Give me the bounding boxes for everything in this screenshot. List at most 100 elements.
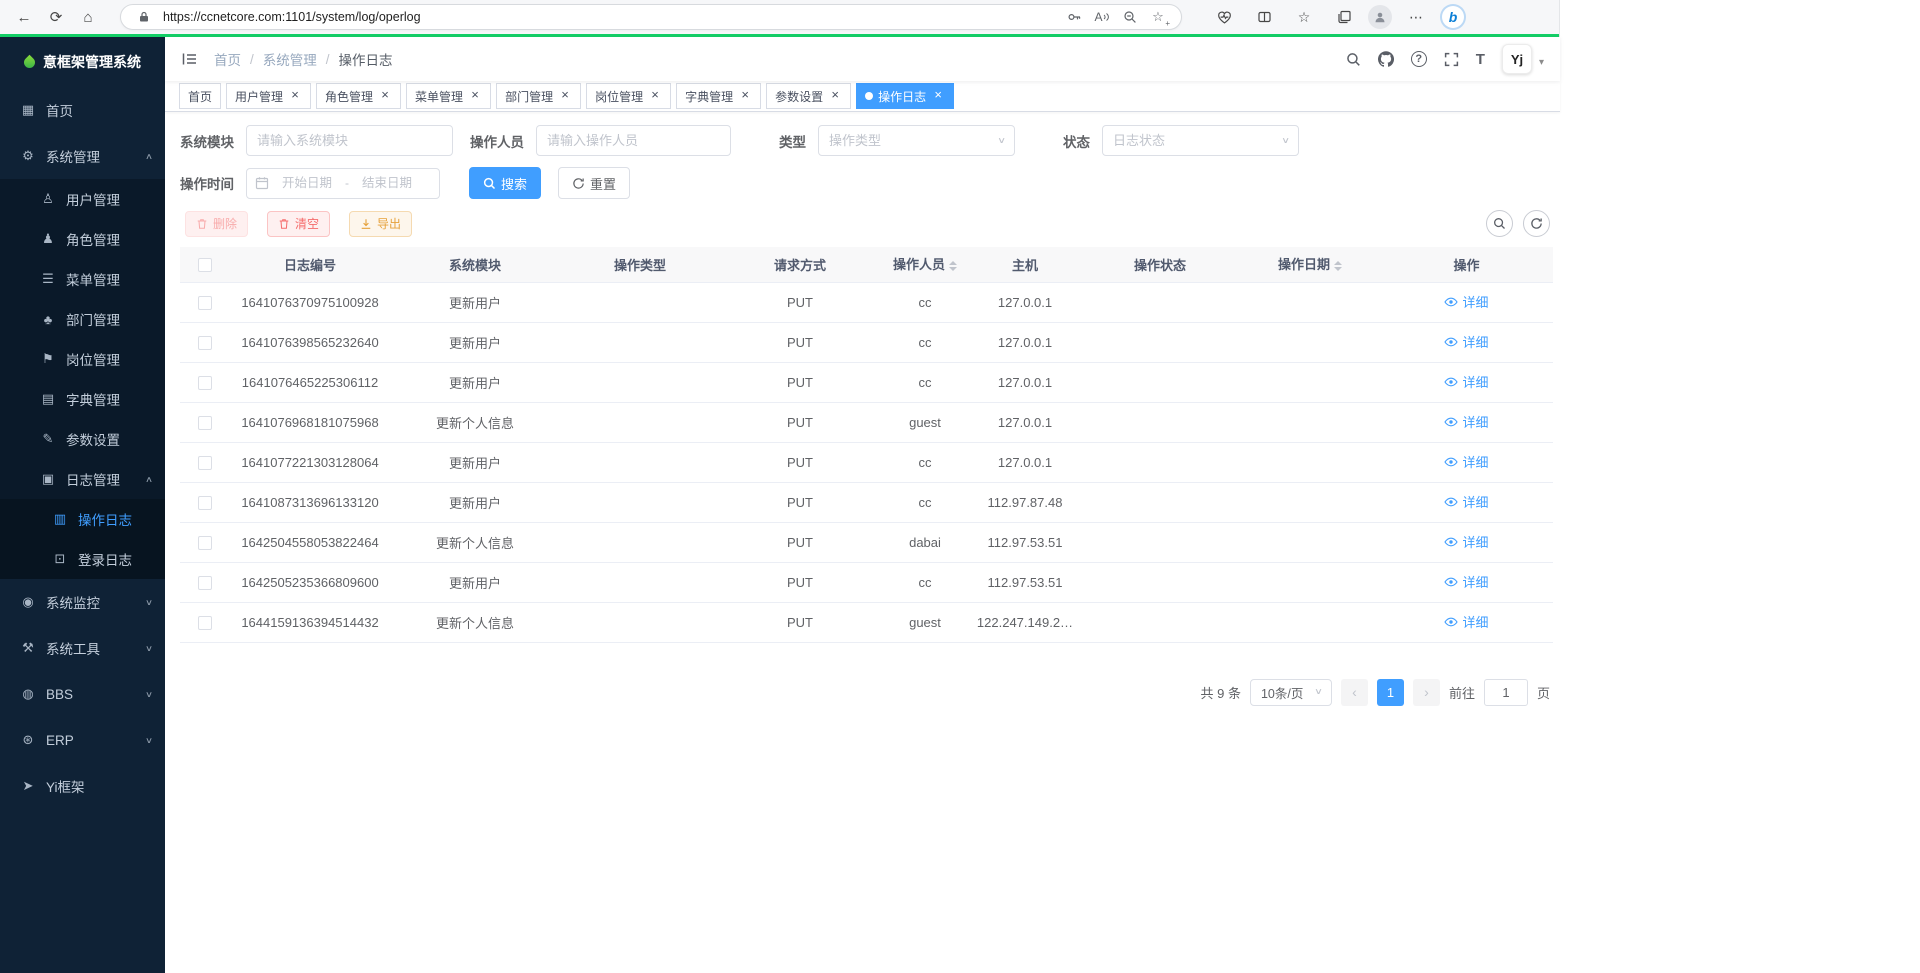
favorites-icon[interactable]: ☆ [1288, 3, 1320, 31]
detail-link[interactable]: 详细 [1444, 612, 1488, 631]
detail-link[interactable]: 详细 [1444, 492, 1488, 511]
tab[interactable]: 用户管理 × [226, 83, 311, 109]
row-checkbox[interactable] [198, 416, 212, 430]
tab[interactable]: 字典管理 × [676, 83, 761, 109]
row-checkbox[interactable] [198, 496, 212, 510]
row-checkbox[interactable] [198, 456, 212, 470]
app-logo[interactable]: 意框架管理系统 [0, 37, 165, 87]
sidebar-toggle-icon[interactable] [181, 51, 198, 67]
menu-item[interactable]: ☰ 菜单管理 [0, 259, 165, 299]
menu-item[interactable]: ⚒ 系统工具 ∨ [0, 625, 165, 671]
tab[interactable]: 部门管理 × [496, 83, 581, 109]
end-date-input[interactable] [353, 176, 421, 190]
tab[interactable]: 角色管理 × [316, 83, 401, 109]
sort-carets-icon[interactable] [1334, 257, 1342, 275]
zoom-out-icon[interactable] [1119, 6, 1141, 28]
close-tab-icon[interactable]: × [648, 89, 662, 103]
back-button[interactable]: ← [8, 3, 40, 31]
bing-copilot-icon[interactable]: b [1442, 6, 1464, 28]
col-date[interactable]: 操作日期 [1240, 247, 1380, 282]
menu-item[interactable]: ◉ 系统监控 ∨ [0, 579, 165, 625]
detail-link[interactable]: 详细 [1444, 452, 1488, 471]
row-checkbox[interactable] [198, 616, 212, 630]
detail-link[interactable]: 详细 [1444, 572, 1488, 591]
split-screen-icon[interactable] [1248, 3, 1280, 31]
breadcrumb-item[interactable]: 系统管理 [263, 49, 317, 69]
reset-button[interactable]: 重置 [558, 167, 630, 199]
user-avatar[interactable]: Yj [1502, 44, 1532, 74]
close-tab-icon[interactable]: × [931, 89, 945, 103]
menu-item[interactable]: ♣ 部门管理 [0, 299, 165, 339]
menu-item[interactable]: ◍ BBS ∨ [0, 671, 165, 717]
tab[interactable]: 参数设置 × [766, 83, 851, 109]
sort-carets-icon[interactable] [949, 257, 957, 275]
menu-item[interactable]: ♟ 角色管理 [0, 219, 165, 259]
font-size-icon[interactable]: T [1476, 51, 1485, 68]
refresh-table-button[interactable] [1523, 210, 1550, 237]
menu-item[interactable]: ▦ 首页 [0, 87, 165, 133]
status-select[interactable]: ∨ [1102, 125, 1299, 156]
tab[interactable]: 岗位管理 × [586, 83, 671, 109]
page-size-select[interactable]: ∨ [1250, 679, 1332, 706]
search-button[interactable]: 搜索 [469, 167, 541, 199]
menu-item[interactable]: ⚙ 系统管理 ∧ [0, 133, 165, 179]
menu-item[interactable]: ➤ Yi框架 [0, 763, 165, 809]
goto-page-input[interactable] [1484, 679, 1528, 706]
select-all-checkbox[interactable] [198, 258, 212, 272]
detail-link[interactable]: 详细 [1444, 532, 1488, 551]
row-checkbox[interactable] [198, 536, 212, 550]
close-tab-icon[interactable]: × [558, 89, 572, 103]
menu-item[interactable]: ♙ 用户管理 [0, 179, 165, 219]
add-favorite-icon[interactable]: ☆+ [1147, 6, 1169, 28]
fullscreen-icon[interactable] [1444, 52, 1459, 67]
read-aloud-icon[interactable]: A [1091, 6, 1113, 28]
page-number-button[interactable]: 1 [1377, 679, 1404, 706]
detail-link[interactable]: 详细 [1444, 332, 1488, 351]
close-tab-icon[interactable]: × [468, 89, 482, 103]
close-tab-icon[interactable]: × [738, 89, 752, 103]
tab[interactable]: 操作日志 × [856, 83, 954, 109]
menu-item[interactable]: ⚑ 岗位管理 [0, 339, 165, 379]
breadcrumb-item[interactable]: 操作日志 [339, 49, 393, 69]
menu-item[interactable]: ✎ 参数设置 [0, 419, 165, 459]
clear-button[interactable]: 清空 [267, 211, 330, 237]
url-text[interactable]: https://ccnetcore.com:1101/system/log/op… [163, 10, 1057, 24]
export-button[interactable]: 导出 [349, 211, 412, 237]
refresh-button[interactable]: ⟳ [40, 3, 72, 31]
avatar-caret-icon[interactable]: ▾ [1539, 57, 1544, 74]
detail-link[interactable]: 详细 [1444, 292, 1488, 311]
more-menu-icon[interactable]: ⋯ [1400, 3, 1432, 31]
close-tab-icon[interactable]: × [828, 89, 842, 103]
browser-essentials-icon[interactable] [1208, 3, 1240, 31]
menu-item[interactable]: ⊡ 登录日志 [0, 539, 165, 579]
row-checkbox[interactable] [198, 336, 212, 350]
toggle-search-button[interactable] [1486, 210, 1513, 237]
saved-password-key-icon[interactable] [1063, 6, 1085, 28]
type-select[interactable]: ∨ [818, 125, 1015, 156]
github-icon[interactable] [1378, 51, 1394, 67]
row-checkbox[interactable] [198, 376, 212, 390]
row-checkbox[interactable] [198, 296, 212, 310]
close-tab-icon[interactable]: × [288, 89, 302, 103]
help-icon[interactable]: ? [1411, 51, 1427, 67]
menu-item[interactable]: ▥ 操作日志 [0, 499, 165, 539]
col-operator[interactable]: 操作人员 [880, 247, 970, 282]
start-date-input[interactable] [273, 176, 341, 190]
close-tab-icon[interactable]: × [378, 89, 392, 103]
address-bar[interactable]: https://ccnetcore.com:1101/system/log/op… [120, 4, 1182, 30]
tab[interactable]: 菜单管理 × [406, 83, 491, 109]
date-range-picker[interactable]: - [246, 168, 440, 199]
module-input[interactable] [246, 125, 453, 156]
tab[interactable]: 首页 [179, 83, 221, 109]
menu-item[interactable]: ▣ 日志管理 ∧ [0, 459, 165, 499]
row-checkbox[interactable] [198, 576, 212, 590]
collections-icon[interactable] [1328, 3, 1360, 31]
profile-avatar[interactable] [1368, 5, 1392, 29]
detail-link[interactable]: 详细 [1444, 372, 1488, 391]
detail-link[interactable]: 详细 [1444, 412, 1488, 431]
menu-item[interactable]: ▤ 字典管理 [0, 379, 165, 419]
home-button[interactable]: ⌂ [72, 3, 104, 31]
breadcrumb-item[interactable]: 首页 [214, 49, 241, 69]
search-icon[interactable] [1346, 52, 1361, 67]
operator-input[interactable] [536, 125, 731, 156]
